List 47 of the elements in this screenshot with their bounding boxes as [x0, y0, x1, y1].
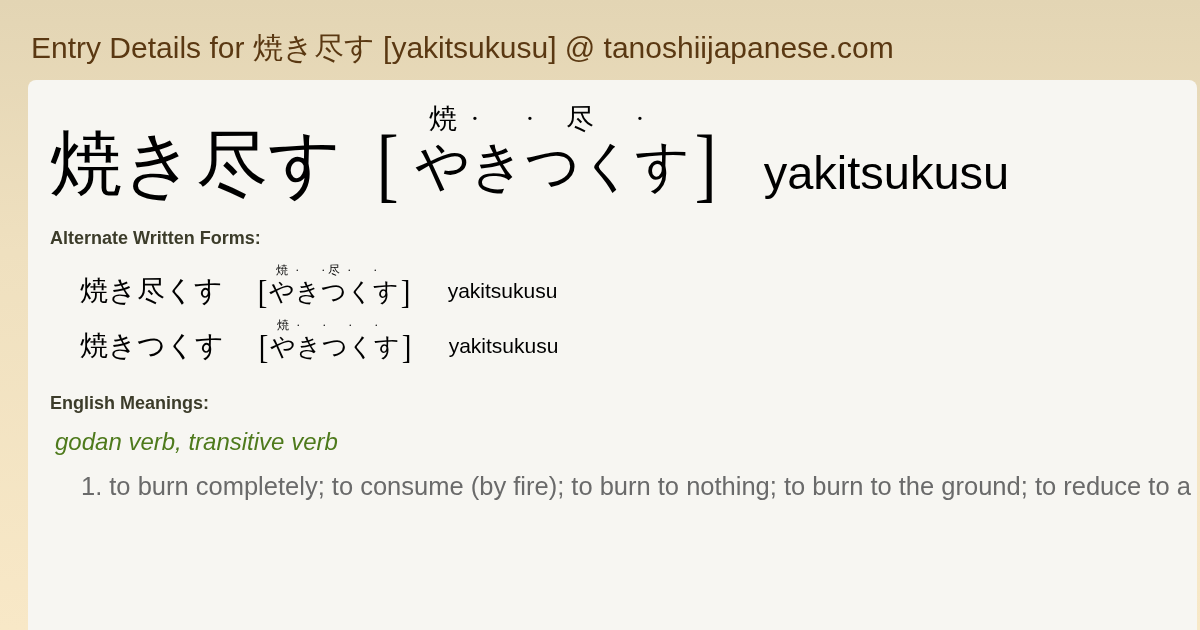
page-title: Entry Details for 焼き尽す [yakitsukusu] @ tanoshiijapanese.com	[31, 31, 894, 64]
bracket: [	[376, 120, 399, 211]
section-heading: Alternate Written Forms:	[50, 229, 262, 247]
kana-reading: つ	[321, 279, 348, 305]
kana-reading: き	[295, 279, 322, 305]
bracket: ]	[401, 272, 411, 311]
section-heading: English Meanings:	[50, 394, 210, 412]
kana-reading: く	[347, 279, 374, 305]
sense-number: 1.	[81, 474, 103, 500]
furigana: 尽	[328, 264, 341, 277]
furigana: 焼	[428, 105, 457, 133]
kana-reading: つ	[322, 334, 349, 360]
kana-reading: す	[635, 139, 691, 193]
kana-reading: や	[415, 139, 471, 193]
kana-reading: や	[269, 279, 296, 305]
furigana-dot: ·	[374, 319, 379, 332]
kana-reading: す	[373, 279, 400, 305]
meaning-text: to burn completely; to consume (by fire); to burn to nothing; to burn to the ground; to reduce to a	[109, 474, 1191, 500]
furigana-dot: ·	[347, 264, 352, 277]
furigana: 尽	[566, 105, 595, 133]
kana-reading: つく	[525, 139, 636, 193]
entry-word: 焼き尽す	[50, 128, 342, 200]
bracket: ]	[402, 327, 412, 366]
romaji-reading: yakitsukusu	[448, 335, 559, 356]
furigana-dot: ·	[296, 319, 301, 332]
bracket: ]	[695, 120, 717, 211]
furigana-dot: ·	[373, 264, 378, 277]
furigana-dot: ·	[525, 105, 535, 133]
kana-reading: き	[296, 334, 323, 360]
written-form: 焼きつくす	[80, 331, 224, 360]
furigana-dot: ·	[635, 105, 645, 133]
furigana-dot: ·	[321, 264, 326, 277]
kana-reading: す	[374, 334, 401, 360]
bracket: [	[257, 272, 268, 311]
furigana-dot: ·	[295, 264, 300, 277]
kana-reading: く	[348, 334, 375, 360]
written-form: 焼き尽くす	[80, 276, 223, 305]
kana-reading: や	[270, 334, 297, 360]
part-of-speech: godan verb, transitive verb	[55, 430, 339, 454]
furigana-dot: ·	[322, 319, 327, 332]
furigana-dot: ·	[348, 319, 353, 332]
romaji-reading: yakitsukusu	[447, 280, 558, 301]
furigana: 焼	[276, 264, 289, 277]
furigana-dot: ·	[470, 105, 480, 133]
kana-reading: き	[470, 139, 526, 193]
furigana: 焼	[277, 319, 290, 332]
bracket: [	[258, 327, 269, 366]
